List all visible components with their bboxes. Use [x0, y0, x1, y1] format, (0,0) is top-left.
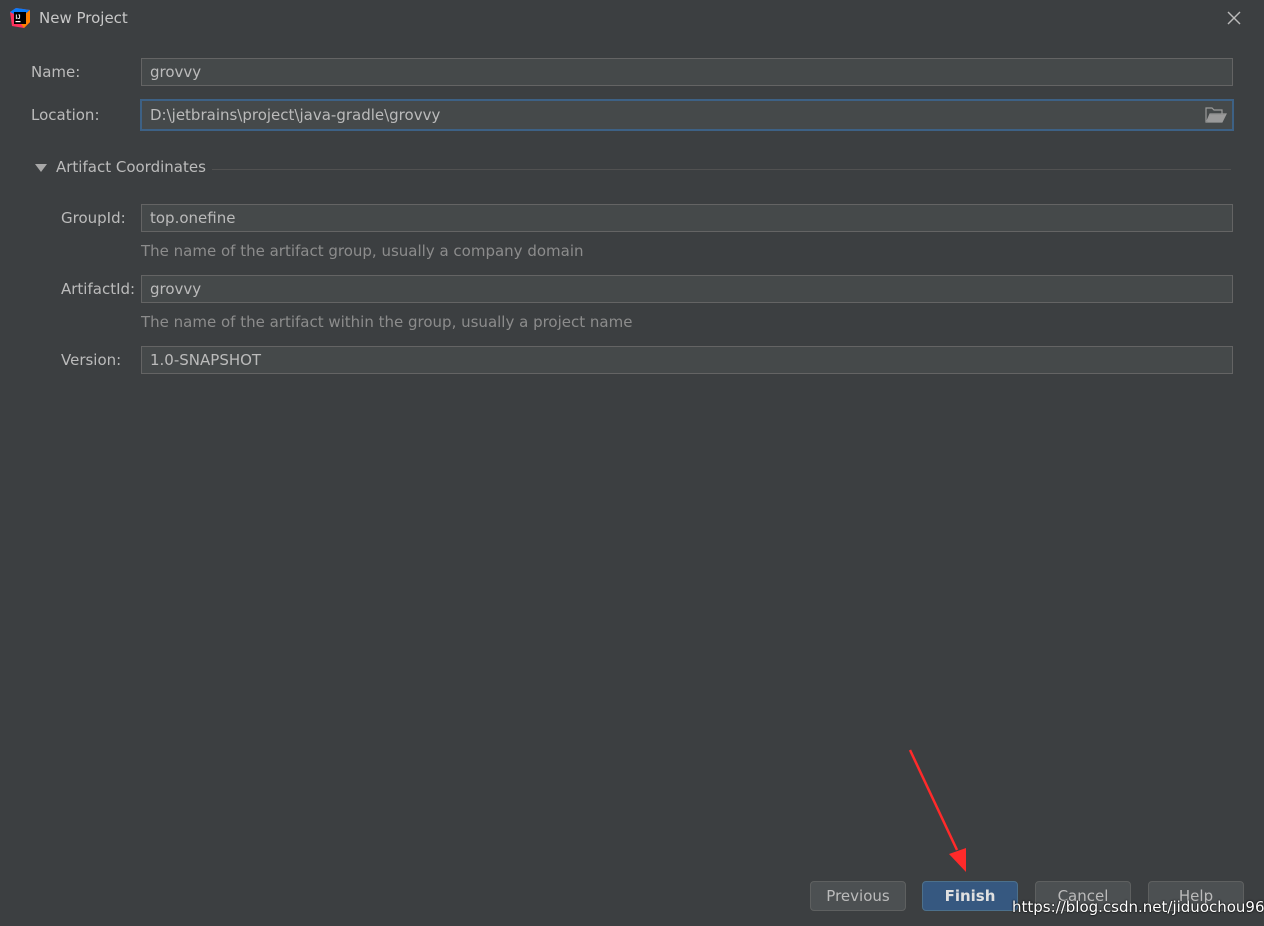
- version-label: Version:: [61, 351, 122, 369]
- window-title: New Project: [39, 9, 128, 27]
- red-arrow-annotation: [908, 749, 966, 872]
- close-icon[interactable]: [1222, 6, 1246, 30]
- section-divider: [212, 169, 1231, 170]
- groupid-field[interactable]: [141, 204, 1233, 232]
- title-bar: IJ New Project: [0, 0, 1264, 36]
- svg-text:IJ: IJ: [16, 15, 21, 21]
- name-label: Name:: [31, 63, 81, 81]
- folder-open-icon[interactable]: [1205, 107, 1227, 124]
- finish-button[interactable]: Finish: [922, 881, 1018, 911]
- name-field[interactable]: [141, 58, 1233, 86]
- location-label: Location:: [31, 106, 100, 124]
- groupid-label: GroupId:: [61, 209, 126, 227]
- groupid-hint: The name of the artifact group, usually …: [141, 242, 584, 260]
- location-field[interactable]: [141, 100, 1233, 130]
- artifact-coordinates-header[interactable]: Artifact Coordinates: [56, 158, 206, 176]
- intellij-idea-icon: IJ: [10, 8, 30, 28]
- artifactid-field[interactable]: [141, 275, 1233, 303]
- triangle-down-icon[interactable]: [35, 163, 47, 173]
- watermark-text: https://blog.csdn.net/jiduochou963: [1012, 898, 1264, 916]
- artifactid-hint: The name of the artifact within the grou…: [141, 313, 633, 331]
- version-field[interactable]: [141, 346, 1233, 374]
- previous-button[interactable]: Previous: [810, 881, 906, 911]
- artifactid-label: ArtifactId:: [61, 280, 136, 298]
